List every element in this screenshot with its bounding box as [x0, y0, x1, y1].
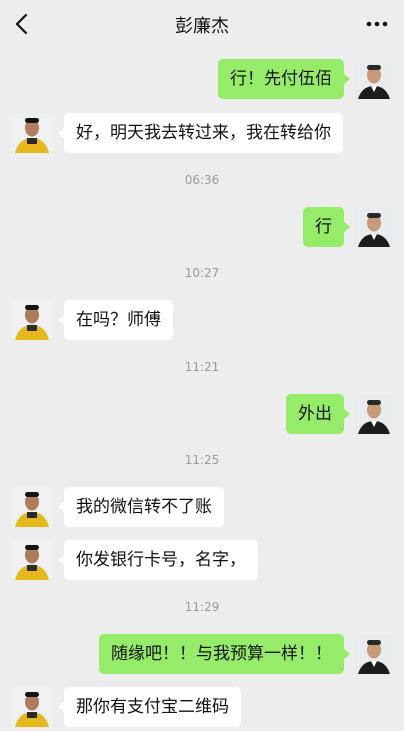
- avatar-contact[interactable]: [12, 487, 52, 527]
- avatar-contact[interactable]: [12, 300, 52, 340]
- message-bubble-contact[interactable]: 在吗？师傅: [58, 300, 173, 340]
- message-bubble-self[interactable]: 行！先付伍佰: [218, 59, 350, 99]
- message-bubble-contact[interactable]: 那你有支付宝二维码: [58, 687, 241, 727]
- avatar-self[interactable]: [354, 207, 394, 247]
- more-dots-icon[interactable]: [364, 12, 390, 36]
- timestamp: 11:21: [184, 360, 220, 374]
- timestamp: 11:29: [184, 600, 220, 614]
- message-bubble-contact[interactable]: 你发银行卡号，名字，: [58, 540, 258, 580]
- timestamp: 06:36: [184, 173, 220, 187]
- chat-title: 彭廉杰: [175, 16, 229, 37]
- avatar-self[interactable]: [354, 394, 394, 434]
- avatar-self[interactable]: [354, 634, 394, 674]
- timestamp: 11:25: [184, 453, 220, 467]
- timestamp: 10:27: [184, 266, 220, 280]
- avatar-contact[interactable]: [12, 540, 52, 580]
- message-bubble-self[interactable]: 随缘吧！！与我预算一样！！: [99, 634, 350, 674]
- chat-header: 彭廉杰: [0, 0, 404, 48]
- message-bubble-self[interactable]: 行: [303, 207, 350, 247]
- avatar-self[interactable]: [354, 59, 394, 99]
- avatar-contact[interactable]: [12, 113, 52, 153]
- message-bubble-contact[interactable]: 我的微信转不了账: [58, 487, 224, 527]
- message-bubble-contact[interactable]: 好，明天我去转过来，我在转给你: [58, 113, 343, 153]
- avatar-contact[interactable]: [12, 687, 52, 727]
- message-bubble-self[interactable]: 外出: [286, 394, 350, 434]
